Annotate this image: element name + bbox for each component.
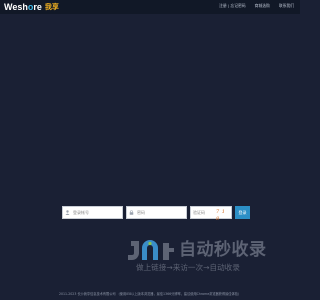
- footer: 2011-2023 长沙我享信息技术有限公司 （使用IE8以上版本浏览器，最佳1…: [58, 292, 242, 296]
- nav-register-forgot[interactable]: 注册 | 忘记密码: [219, 3, 245, 9]
- watermark-title: 自动秒收录: [179, 240, 267, 260]
- watermark-logo-icon: [128, 240, 174, 260]
- page: Weshore 我享 注册 | 忘记密码 商城选购 联系我们 登录帐号 验证码 …: [0, 0, 300, 300]
- watermark-subtitle: 做上链接→来访一次→自动收录: [136, 263, 240, 272]
- username-input[interactable]: [71, 207, 122, 218]
- logo[interactable]: Weshore 我享: [4, 1, 59, 13]
- login-form: 7 1 8 登录: [62, 206, 250, 222]
- lock-icon: [127, 207, 135, 218]
- login-button[interactable]: 登录: [235, 206, 250, 219]
- username-field-wrap: [62, 206, 123, 219]
- brand-name: Weshore: [4, 2, 42, 12]
- password-field-wrap: [126, 206, 187, 219]
- password-input[interactable]: [135, 207, 186, 218]
- captcha-field-wrap: 7 1 8: [190, 206, 232, 222]
- top-bar: Weshore 我享 注册 | 忘记密码 商城选购 联系我们: [0, 0, 300, 14]
- watermark: 自动秒收录 做上链接→来访一次→自动收录: [127, 238, 282, 278]
- nav-shop[interactable]: 商城选购: [255, 3, 270, 9]
- user-icon: [63, 207, 71, 218]
- nav-contact[interactable]: 联系我们: [279, 3, 294, 9]
- top-nav: 注册 | 忘记密码 商城选购 联系我们: [219, 3, 294, 9]
- captcha-image[interactable]: 7 1 8: [216, 209, 229, 222]
- brand-cn: 我享: [44, 3, 59, 11]
